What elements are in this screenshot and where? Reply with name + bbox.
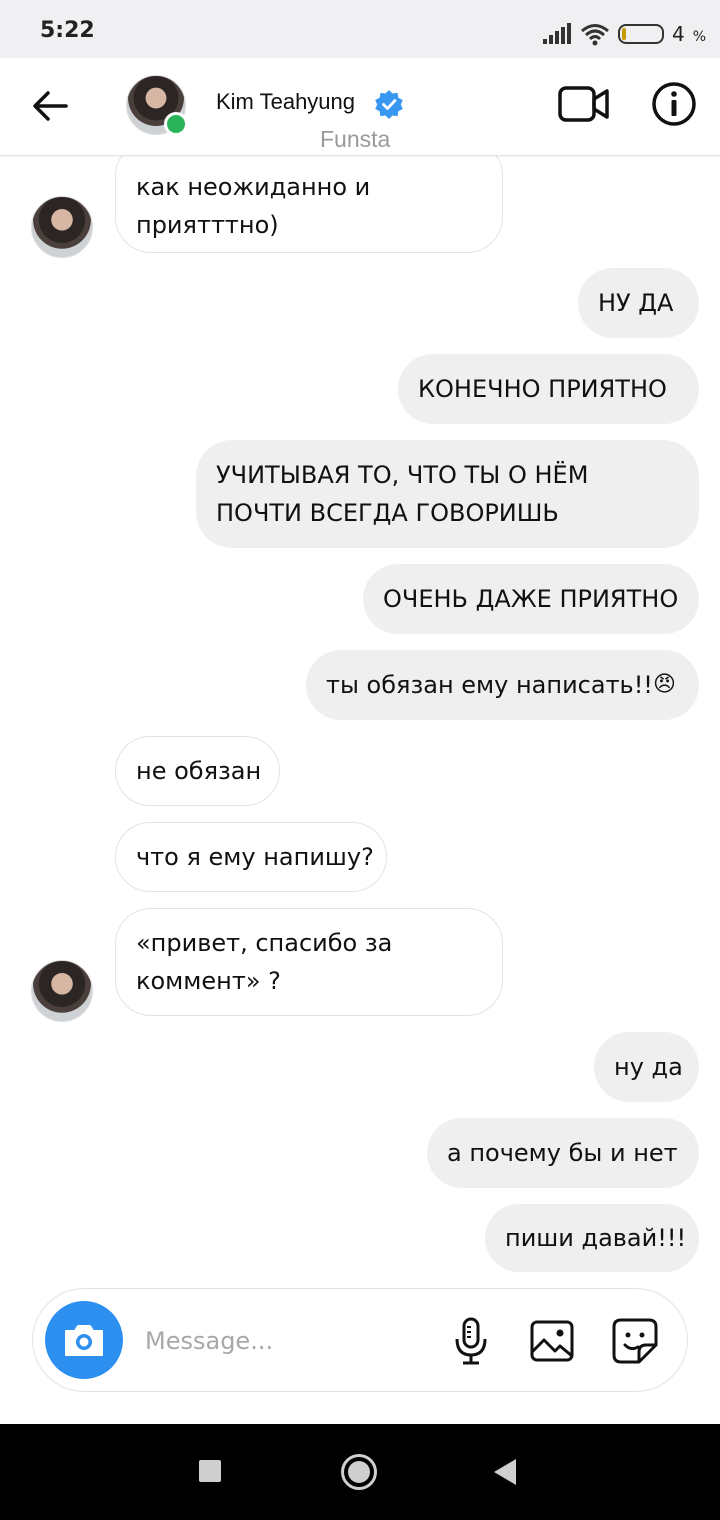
- system-nav-bar: [0, 1424, 720, 1520]
- battery-icon: [617, 24, 664, 44]
- message-bubble-outgoing[interactable]: УЧИТЫВАЯ ТО, ЧТО ТЫ О НЁМ ПОЧТИ ВСЕГДА Г…: [196, 440, 699, 548]
- recent-apps-button[interactable]: [199, 1460, 221, 1482]
- sticker-icon: [612, 1318, 658, 1364]
- battery-level: 4: [671, 22, 685, 46]
- status-bar: 5:22 4 %: [0, 0, 720, 58]
- message-bubble-outgoing[interactable]: КОНЕЧНО ПРИЯТНО: [398, 354, 699, 424]
- online-status-dot: [164, 112, 188, 136]
- sticker-button[interactable]: [611, 1317, 659, 1365]
- battery-unit: %: [692, 29, 706, 45]
- message-bubble-incoming[interactable]: что я ему напишу?: [115, 822, 387, 892]
- message-composer: [32, 1288, 688, 1392]
- gallery-icon: [530, 1320, 574, 1362]
- verified-badge-icon: [375, 90, 403, 119]
- message-text: «привет, спасибо за: [136, 929, 393, 957]
- message-bubble-outgoing[interactable]: ты обязан ему написать!! 😠: [306, 650, 699, 720]
- sender-avatar[interactable]: [31, 960, 93, 1022]
- message-text: ты обязан ему написать!!: [326, 671, 653, 699]
- message-text: УЧИТЫВАЯ ТО, ЧТО ТЫ О НЁМ: [216, 461, 589, 489]
- microphone-icon: [455, 1317, 487, 1365]
- message-bubble-outgoing[interactable]: пиши давай!!!: [485, 1204, 699, 1272]
- microphone-button[interactable]: [451, 1317, 491, 1365]
- message-text: НУ ДА: [598, 289, 674, 317]
- back-button[interactable]: [30, 86, 70, 126]
- info-button[interactable]: [650, 80, 698, 128]
- message-input[interactable]: [145, 1321, 425, 1361]
- camera-button[interactable]: [45, 1301, 123, 1379]
- video-call-icon: [558, 86, 609, 122]
- sender-avatar[interactable]: [31, 196, 93, 258]
- message-text: а почему бы и нет: [447, 1139, 678, 1167]
- message-text: КОНЕЧНО ПРИЯТНО: [418, 375, 667, 403]
- message-text: приятттно): [136, 210, 279, 239]
- message-bubble-incoming[interactable]: не обязан: [115, 736, 280, 806]
- gallery-button[interactable]: [529, 1319, 575, 1363]
- angry-emoji: 😠: [652, 672, 676, 697]
- message-bubble-outgoing[interactable]: НУ ДА: [578, 268, 699, 338]
- message-bubble-incoming[interactable]: «привет, спасибо за коммент» ?: [115, 908, 503, 1016]
- message-text: как неожиданно и: [136, 172, 371, 201]
- home-button[interactable]: [341, 1454, 377, 1490]
- wifi-icon: [580, 24, 609, 46]
- message-text: коммент» ?: [136, 967, 281, 995]
- back-arrow-icon: [33, 91, 68, 121]
- message-bubble-outgoing[interactable]: ОЧЕНЬ ДАЖЕ ПРИЯТНО: [363, 564, 699, 634]
- status-time: 5:22: [40, 18, 95, 43]
- home-icon: [348, 1461, 370, 1483]
- camera-icon: [65, 1325, 103, 1356]
- message-bubble-incoming[interactable]: как неожиданно и приятттно): [115, 140, 503, 253]
- message-bubble-outgoing[interactable]: а почему бы и нет: [427, 1118, 699, 1188]
- signal-icon: [542, 23, 571, 44]
- nav-back-button[interactable]: [494, 1459, 516, 1485]
- message-text: что я ему напишу?: [136, 843, 374, 871]
- message-text: ОЧЕНЬ ДАЖЕ ПРИЯТНО: [383, 585, 679, 613]
- chat-header: Kim Teahyung Funsta: [0, 58, 720, 156]
- message-bubble-outgoing[interactable]: ну да: [594, 1032, 699, 1102]
- message-text: пиши давай!!!: [505, 1224, 687, 1252]
- message-text: ну да: [614, 1053, 683, 1081]
- info-icon: [652, 82, 696, 126]
- contact-subtitle: Funsta: [320, 126, 391, 152]
- video-call-button[interactable]: [558, 82, 610, 126]
- status-icons: 4 %: [542, 20, 706, 48]
- message-text: ПОЧТИ ВСЕГДА ГОВОРИШЬ: [216, 499, 559, 527]
- contact-name[interactable]: Kim Teahyung: [216, 89, 355, 115]
- message-text: не обязан: [136, 757, 262, 785]
